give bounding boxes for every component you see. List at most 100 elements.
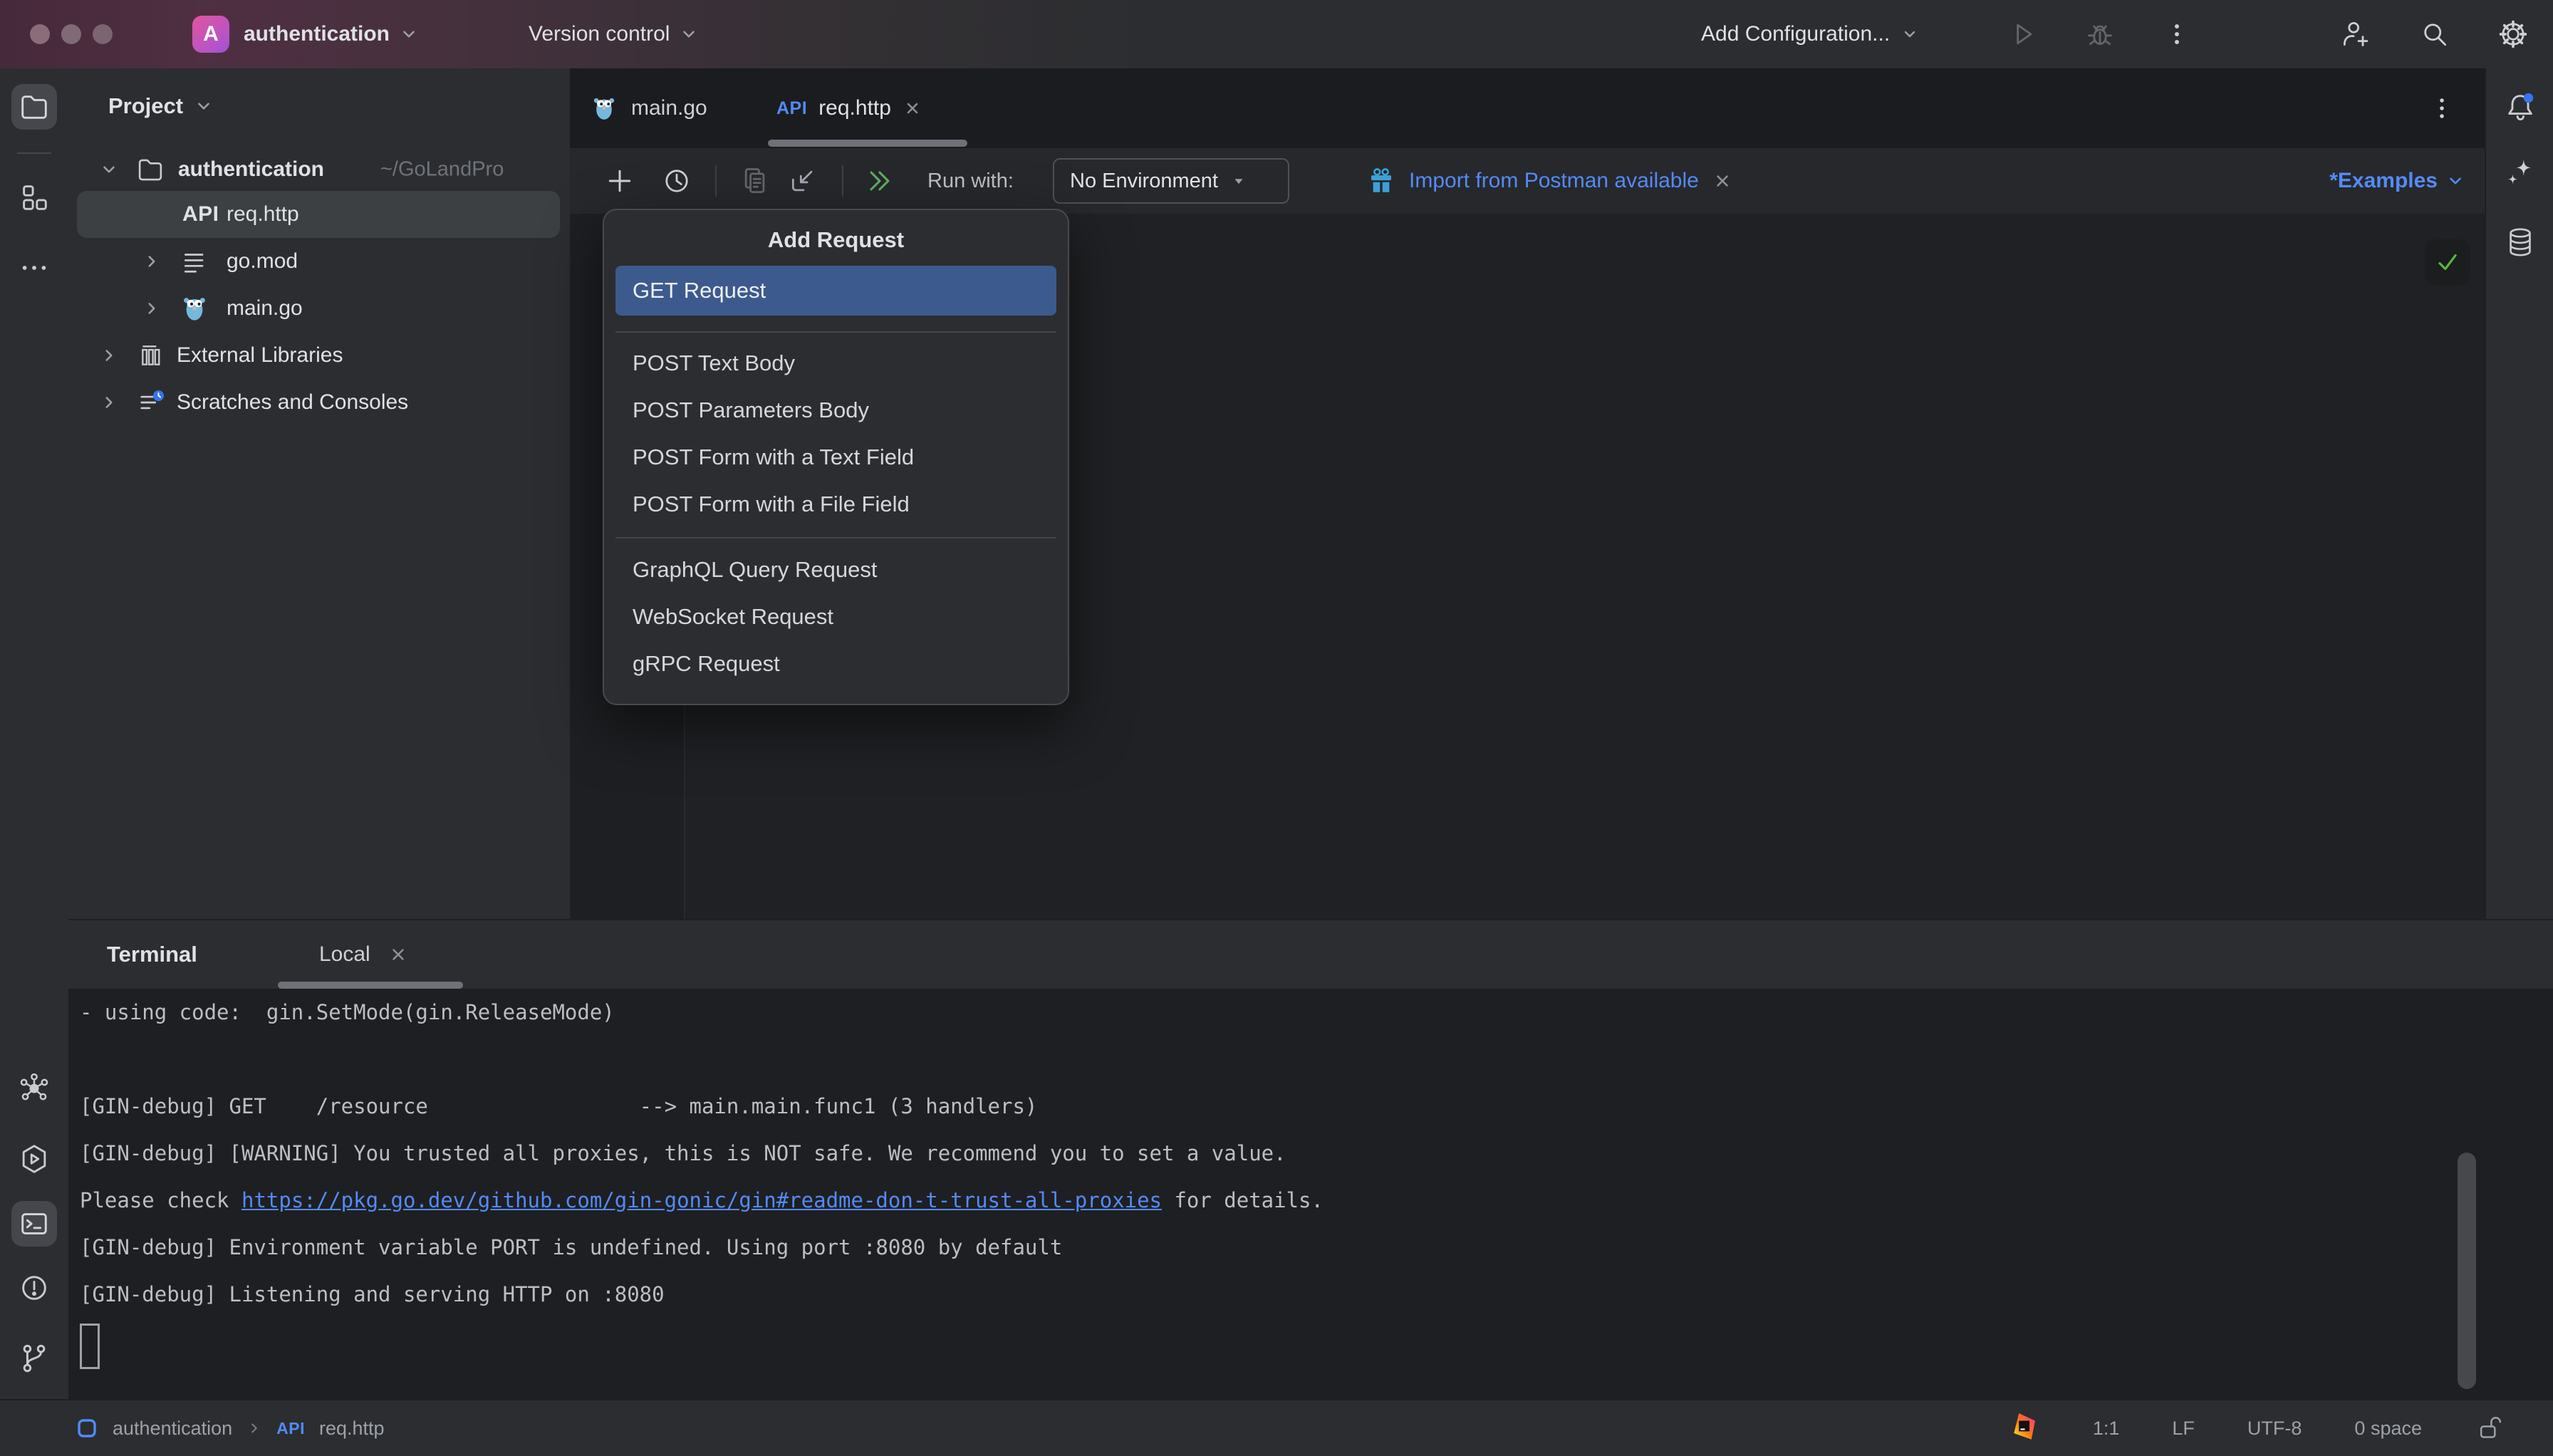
tab-main-go[interactable]: main.go (590, 68, 707, 148)
run-all-icon (870, 171, 890, 191)
postman-import-notification[interactable]: Import from Postman available (1366, 148, 1733, 214)
menu-item-post-text-body[interactable]: POST Text Body (633, 342, 1039, 385)
menu-item-websocket-request[interactable]: WebSocket Request (633, 596, 1039, 638)
sparkles-icon (2507, 159, 2532, 184)
lock-open-icon[interactable] (2475, 1414, 2503, 1442)
close-icon[interactable] (1712, 170, 1733, 192)
menu-item-get-request[interactable]: GET Request (633, 269, 1039, 312)
tool-window-project-button[interactable] (11, 84, 57, 130)
run-configuration-selector[interactable]: Add Configuration... (1701, 0, 1918, 68)
import-arrow-icon (791, 170, 813, 192)
project-widget[interactable]: authentication (244, 0, 418, 68)
code-with-me-button[interactable] (2339, 19, 2371, 50)
windows-icon (23, 185, 47, 210)
folder-icon (138, 159, 162, 181)
popup-divider (615, 331, 1056, 333)
tree-row-main-go[interactable]: main.go (68, 285, 570, 332)
menu-item-graphql-query[interactable]: GraphQL Query Request (633, 548, 1039, 591)
terminal-tab-local[interactable]: Local (319, 920, 409, 989)
traffic-light-close[interactable] (30, 24, 50, 44)
add-request-button[interactable] (604, 165, 635, 197)
tree-row-req-http[interactable]: API req.http (68, 191, 570, 238)
project-view-label: Project (108, 93, 184, 118)
chevron-collapsed-icon (148, 303, 155, 314)
close-icon[interactable] (388, 944, 409, 965)
title-bar: A authentication Version control Add Con… (0, 0, 2553, 70)
traffic-light-minimize[interactable] (61, 24, 81, 44)
popup-title: Add Request (767, 227, 905, 252)
environment-selector[interactable]: No Environment (1053, 158, 1289, 204)
close-icon[interactable] (903, 98, 922, 118)
more-actions-button[interactable] (2161, 19, 2193, 50)
run-all-requests-button[interactable] (863, 165, 895, 197)
folder-icon (21, 95, 47, 119)
terminal-scrollbar[interactable] (2458, 1153, 2476, 1389)
tool-window-services-button[interactable] (11, 1136, 57, 1182)
tool-window-services-hub-button[interactable] (11, 1066, 57, 1111)
menu-item-post-parameters-body[interactable]: POST Parameters Body (633, 389, 1039, 432)
popup-divider (615, 537, 1056, 539)
project-view-selector[interactable]: Project (108, 83, 213, 130)
vcs-widget[interactable]: Version control (529, 0, 698, 68)
settings-button[interactable] (2497, 19, 2529, 50)
project-tool-window: Project authentication ~/GoLandPro API r… (68, 68, 571, 920)
tool-window-terminal-button[interactable] (11, 1201, 57, 1247)
breadcrumb-file[interactable]: req.http (319, 1418, 385, 1440)
line-separator-widget[interactable]: LF (2172, 1418, 2195, 1440)
library-icon (142, 345, 160, 365)
requests-history-button[interactable] (661, 165, 692, 197)
hub-icon (20, 1073, 48, 1101)
plus-icon (608, 170, 631, 192)
terminal-link[interactable]: https://pkg.go.dev/github.com/gin-gonic/… (241, 1188, 1162, 1212)
caret-position-widget[interactable]: 1:1 (2093, 1418, 2120, 1440)
kebab-menu-icon (2440, 98, 2444, 118)
tree-label: req.http (227, 202, 299, 226)
terminal-title[interactable]: Terminal (107, 920, 197, 989)
tool-window-problems-button[interactable] (11, 1265, 57, 1311)
chevron-down-icon (1904, 31, 1915, 38)
encoding-widget[interactable]: UTF-8 (2247, 1418, 2302, 1440)
tree-row-scratches[interactable]: Scratches and Consoles (68, 379, 570, 426)
left-activity-bar (0, 68, 70, 1399)
jetbrains-logo[interactable] (2010, 1412, 2040, 1445)
examples-selector[interactable]: *Examples (2329, 148, 2465, 214)
terminal-line: [GIN-debug] [WARNING] You trusted all pr… (80, 1141, 1286, 1165)
import-requests-button[interactable] (788, 165, 819, 197)
tool-window-structure-button[interactable] (11, 175, 57, 221)
tree-row-authentication[interactable]: authentication ~/GoLandPro (68, 146, 570, 193)
breadcrumb-project[interactable]: authentication (113, 1418, 232, 1440)
terminal-tool-window: Terminal Local - using code: gin.SetMode… (68, 919, 2553, 1399)
database-button[interactable] (2497, 219, 2543, 265)
tab-list-button[interactable] (2426, 93, 2458, 124)
run-button[interactable] (2007, 19, 2039, 50)
ai-assistant-button[interactable] (2497, 150, 2543, 196)
chevron-expanded-icon (103, 166, 115, 173)
menu-item-grpc-request[interactable]: gRPC Request (633, 643, 1039, 685)
tab-req-http[interactable]: API req.http (776, 68, 922, 148)
gopher-icon (184, 298, 205, 321)
database-icon (2510, 228, 2531, 256)
tool-window-git-button[interactable] (11, 1336, 57, 1381)
chevron-collapsed-icon (148, 256, 155, 267)
more-tool-windows-button[interactable] (11, 245, 57, 291)
project-avatar[interactable]: A (192, 16, 229, 53)
alert-circle-icon (22, 1276, 46, 1300)
menu-item-post-form-text-field[interactable]: POST Form with a Text Field (633, 436, 1039, 479)
search-everywhere-button[interactable] (2419, 19, 2450, 50)
copy-request-button[interactable] (739, 165, 771, 197)
scratch-file-icon (140, 390, 165, 410)
tree-row-go-mod[interactable]: go.mod (68, 238, 570, 285)
notifications-button[interactable] (2497, 84, 2543, 130)
tab-label: main.go (631, 96, 707, 120)
tree-row-external-libraries[interactable]: External Libraries (68, 332, 570, 379)
editor-tab-bar: main.go API req.http (570, 68, 2485, 148)
traffic-light-zoom[interactable] (93, 24, 113, 44)
debug-button[interactable] (2084, 19, 2116, 50)
terminal-output[interactable]: - using code: gin.SetMode(gin.ReleaseMod… (68, 989, 2553, 1399)
indent-widget[interactable]: 0 space (2354, 1418, 2422, 1440)
project-widget-label: authentication (244, 22, 390, 46)
inspections-widget[interactable] (2425, 239, 2470, 285)
menu-item-post-form-file-field[interactable]: POST Form with a File Field (633, 483, 1039, 526)
chevron-down-icon (198, 103, 209, 110)
add-user-icon (2343, 22, 2369, 46)
